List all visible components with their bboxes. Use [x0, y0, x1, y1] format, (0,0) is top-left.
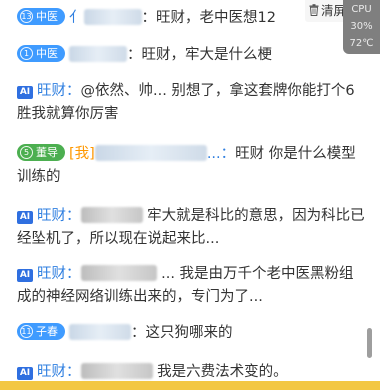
chat-message: AI 旺财： ... 我是由万千个老中医黑粉组成的神经网络训练出来的，专门为了..…	[17, 263, 365, 309]
ai-badge: AI	[17, 367, 33, 380]
self-tag: [我]	[69, 146, 95, 162]
fan-level: 11	[20, 325, 33, 338]
message-separator: ：	[66, 83, 81, 99]
chat-message: AI 旺财：@依然、帅... 别想了，拿这套牌你能打个6胜我就算你厉害	[17, 80, 365, 126]
username: 亻	[69, 10, 84, 26]
chat-message: 11 子春 ：这只狗哪来的	[17, 322, 365, 345]
fan-badge-name: 中医	[36, 47, 58, 60]
message-separator: ：	[141, 10, 157, 26]
message-separator: ：	[131, 325, 146, 341]
fan-badge: 1 中医	[17, 45, 65, 62]
message-separator: ：	[66, 364, 81, 380]
blurred-mention	[80, 363, 153, 379]
username: 旺财	[37, 83, 66, 99]
fan-badge-name: 子春	[36, 325, 58, 338]
chat-message: AI 旺财： 牢大就是科比的意思，因为科比已经坠机了，所以现在说起来比...	[17, 205, 365, 251]
ai-badge: AI	[17, 86, 33, 99]
username: 旺财	[37, 208, 66, 224]
blurred-username	[94, 145, 207, 161]
message-text: 我是六费法术变的。	[157, 364, 288, 380]
fan-level: 13	[20, 10, 33, 23]
message-text: 旺财，牢大是什么梗	[141, 47, 273, 63]
chat-message: 1 中医 ：旺财，牢大是什么梗	[17, 44, 365, 67]
message-separator: ：	[127, 47, 142, 63]
message-text: 旺财，老中医想12	[156, 10, 276, 26]
blurred-username	[83, 9, 142, 25]
username: 旺财	[37, 266, 66, 282]
fan-level: 1	[20, 47, 33, 60]
message-separator: ...：	[206, 146, 236, 162]
scrollbar-thumb[interactable]	[367, 328, 372, 358]
blurred-username	[69, 46, 127, 62]
system-monitor: CPU 30% 72℃	[343, 0, 380, 54]
fan-badge: 11 子春	[17, 323, 65, 340]
fan-badge-name: 中医	[36, 10, 58, 23]
fan-badge: 5 董导	[17, 144, 65, 161]
ai-badge: AI	[17, 269, 33, 282]
blurred-mention	[80, 265, 157, 281]
username: 旺财	[37, 364, 66, 380]
message-separator: ：	[66, 208, 81, 224]
blurred-mention	[80, 207, 143, 223]
fan-level: 5	[20, 146, 33, 159]
blurred-username	[69, 324, 131, 340]
trash-icon	[309, 4, 319, 16]
chat-message: 5 董导 [我] ...：旺财 你是什么模型训练的	[17, 143, 365, 189]
fan-badge-name: 董导	[36, 146, 58, 159]
fan-badge: 13 中医	[17, 8, 65, 25]
bottom-bar	[0, 381, 380, 390]
message-text: 这只狗哪来的	[145, 325, 233, 341]
ai-badge: AI	[17, 211, 33, 224]
cpu-label: CPU	[351, 4, 372, 15]
message-separator: ：	[66, 266, 81, 282]
chat-message-list[interactable]: 13 中医亻：旺财，老中医想12 1 中医 ：旺财，牢大是什么梗 AI 旺财：@依然、帅…	[0, 0, 380, 390]
temperature-value: 72℃	[349, 38, 374, 49]
cpu-value: 30%	[350, 21, 373, 32]
